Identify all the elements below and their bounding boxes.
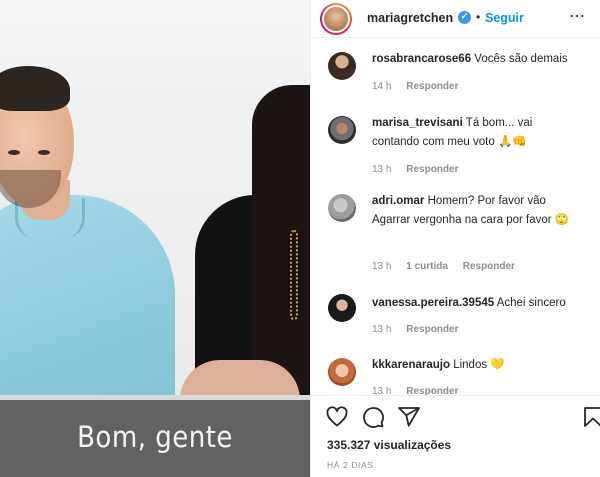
- commenter-username[interactable]: vanessa.pereira.39545: [372, 297, 494, 309]
- comments-list[interactable]: rosabrancarose66 Vocês são demais 14 h R…: [311, 38, 600, 395]
- comment-meta: 13 h Responder: [372, 164, 470, 175]
- reply-button[interactable]: Responder: [463, 261, 515, 272]
- comment-time[interactable]: 13 h: [372, 164, 391, 175]
- more-options-icon[interactable]: ⋯: [569, 6, 586, 26]
- comment-meta: 14 h Responder: [372, 81, 470, 92]
- video-person-eye: [8, 150, 20, 155]
- follow-button[interactable]: Seguir: [485, 11, 524, 25]
- comment-icon[interactable]: [361, 405, 385, 429]
- share-icon[interactable]: [397, 405, 421, 429]
- comment-time[interactable]: 13 h: [372, 324, 391, 335]
- commenter-username[interactable]: kkkarenaraujo: [372, 359, 450, 371]
- comment-time[interactable]: 13 h: [372, 386, 391, 395]
- commenter-avatar[interactable]: [328, 358, 356, 386]
- post-header: mariagretchen ✔ • Seguir ⋯: [311, 0, 600, 38]
- commenter-avatar[interactable]: [328, 194, 356, 222]
- separator-dot: •: [476, 10, 481, 24]
- author-avatar[interactable]: [320, 3, 352, 35]
- comment-time[interactable]: 13 h: [372, 261, 391, 272]
- comment-text: Achei sincero: [496, 297, 566, 309]
- reply-button[interactable]: Responder: [406, 324, 458, 335]
- verified-badge-icon: ✔: [458, 11, 471, 24]
- likes-count[interactable]: 1 curtida: [406, 261, 448, 272]
- commenter-username[interactable]: adri.omar: [372, 195, 424, 207]
- video-player[interactable]: Bom, gente: [0, 0, 310, 477]
- post-date[interactable]: HÁ 2 DIAS: [327, 460, 374, 470]
- commenter-username[interactable]: rosabrancarose66: [372, 53, 471, 65]
- video-subtitle: Bom, gente: [77, 420, 233, 454]
- heart-icon[interactable]: [325, 405, 349, 429]
- video-person-eye: [38, 150, 50, 155]
- commenter-avatar[interactable]: [328, 294, 356, 322]
- video-person-necklace: [290, 230, 298, 320]
- comment-text: Lindos: [453, 359, 488, 371]
- comment-time[interactable]: 14 h: [372, 81, 391, 92]
- comment-meta: 13 h Responder: [372, 386, 470, 395]
- comment-text: Vocês são demais: [474, 53, 568, 65]
- views-count[interactable]: 335.327 visualizações: [327, 438, 451, 452]
- reply-button[interactable]: Responder: [406, 81, 458, 92]
- reply-button[interactable]: Responder: [406, 386, 458, 395]
- commenter-avatar[interactable]: [328, 116, 356, 144]
- post-side-panel: mariagretchen ✔ • Seguir ⋯ rosabrancaros…: [310, 0, 600, 477]
- commenter-username[interactable]: marisa_trevisani: [372, 117, 463, 129]
- post-actions: 335.327 visualizações HÁ 2 DIAS: [311, 395, 600, 477]
- bookmark-icon[interactable]: [581, 405, 600, 429]
- comment-emoji: 🙄: [554, 214, 570, 226]
- comment-meta: 13 h Responder: [372, 324, 470, 335]
- commenter-avatar[interactable]: [328, 52, 356, 80]
- author-username[interactable]: mariagretchen: [367, 11, 453, 25]
- reply-button[interactable]: Responder: [406, 164, 458, 175]
- comment-meta: 13 h 1 curtida Responder: [372, 261, 527, 272]
- comment-emoji: 🙏👊: [497, 136, 527, 148]
- comment-emoji: 💛: [490, 359, 505, 371]
